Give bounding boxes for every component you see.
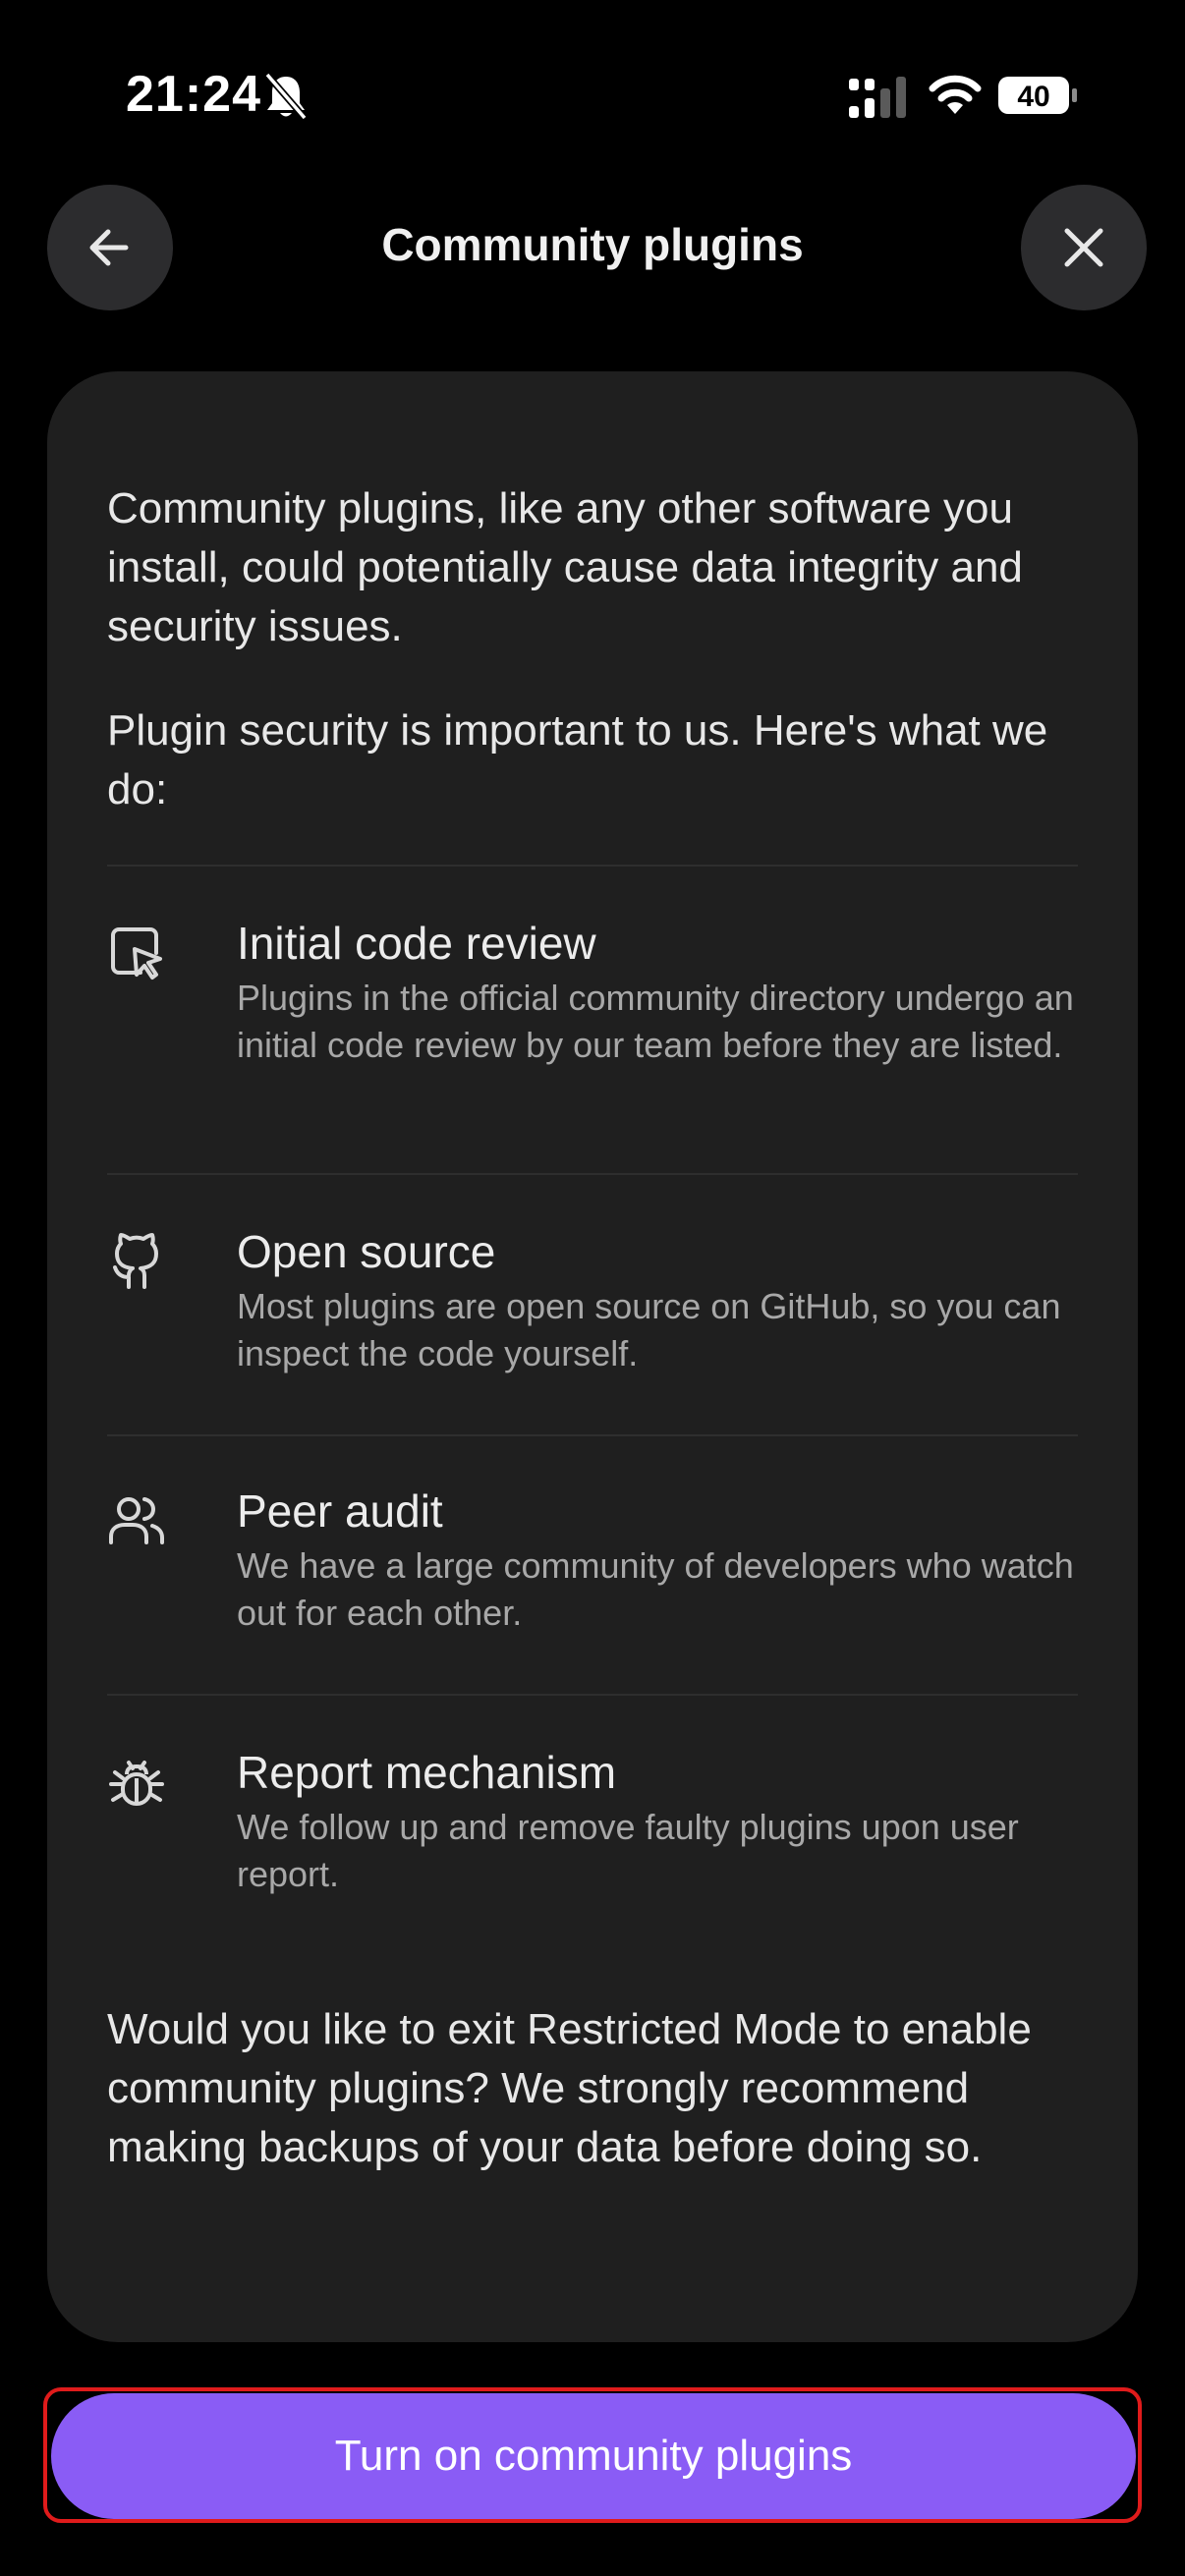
feature-description: Plugins in the official community direct… xyxy=(237,978,1074,1065)
divider xyxy=(107,1434,1078,1436)
page-title: Community plugins xyxy=(381,219,804,270)
bell-slash-icon xyxy=(264,72,308,121)
feature-title: Report mechanism xyxy=(237,1747,617,1798)
feature-description: We follow up and remove faulty plugins u… xyxy=(237,1807,1019,1894)
bug-icon xyxy=(109,1761,164,1806)
battery-icon: 40 xyxy=(998,77,1077,114)
github-icon xyxy=(113,1233,158,1289)
info-card: Community plugins, like any other softwa… xyxy=(47,371,1138,2342)
feature-item-report-mechanism: Report mechanism We follow up and remove… xyxy=(107,1743,1090,1894)
wifi-icon xyxy=(929,75,982,114)
feature-item-peer-audit: Peer audit We have a large community of … xyxy=(107,1482,1090,1633)
divider xyxy=(107,865,1078,867)
cellular-signal-icon xyxy=(849,77,906,118)
status-bar: 21:24 40 xyxy=(0,0,1185,187)
close-button[interactable] xyxy=(1021,185,1147,310)
restricted-mode-prompt: Would you like to exit Restricted Mode t… xyxy=(107,2005,1032,2171)
pointer-box-icon xyxy=(111,927,162,980)
feature-description: Most plugins are open source on GitHub, … xyxy=(237,1286,1061,1373)
users-icon xyxy=(109,1497,164,1544)
turn-on-community-plugins-button[interactable]: Turn on community plugins xyxy=(51,2393,1136,2519)
intro-security-text: Plugin security is important to us. Here… xyxy=(107,706,1048,813)
divider xyxy=(107,1173,1078,1175)
feature-description: We have a large community of developers … xyxy=(237,1545,1074,1633)
divider xyxy=(107,1694,1078,1696)
feature-title: Initial code review xyxy=(237,918,596,969)
feature-title: Peer audit xyxy=(237,1485,443,1537)
close-icon xyxy=(1064,228,1103,267)
feature-item-code-review: Initial code review Plugins in the offic… xyxy=(107,914,1090,1110)
intro-text: Community plugins, like any other softwa… xyxy=(107,484,1023,650)
feature-title: Open source xyxy=(237,1226,496,1277)
battery-level: 40 xyxy=(1017,81,1049,113)
feature-item-open-source: Open source Most plugins are open source… xyxy=(107,1222,1090,1373)
status-time: 21:24 xyxy=(126,66,261,123)
